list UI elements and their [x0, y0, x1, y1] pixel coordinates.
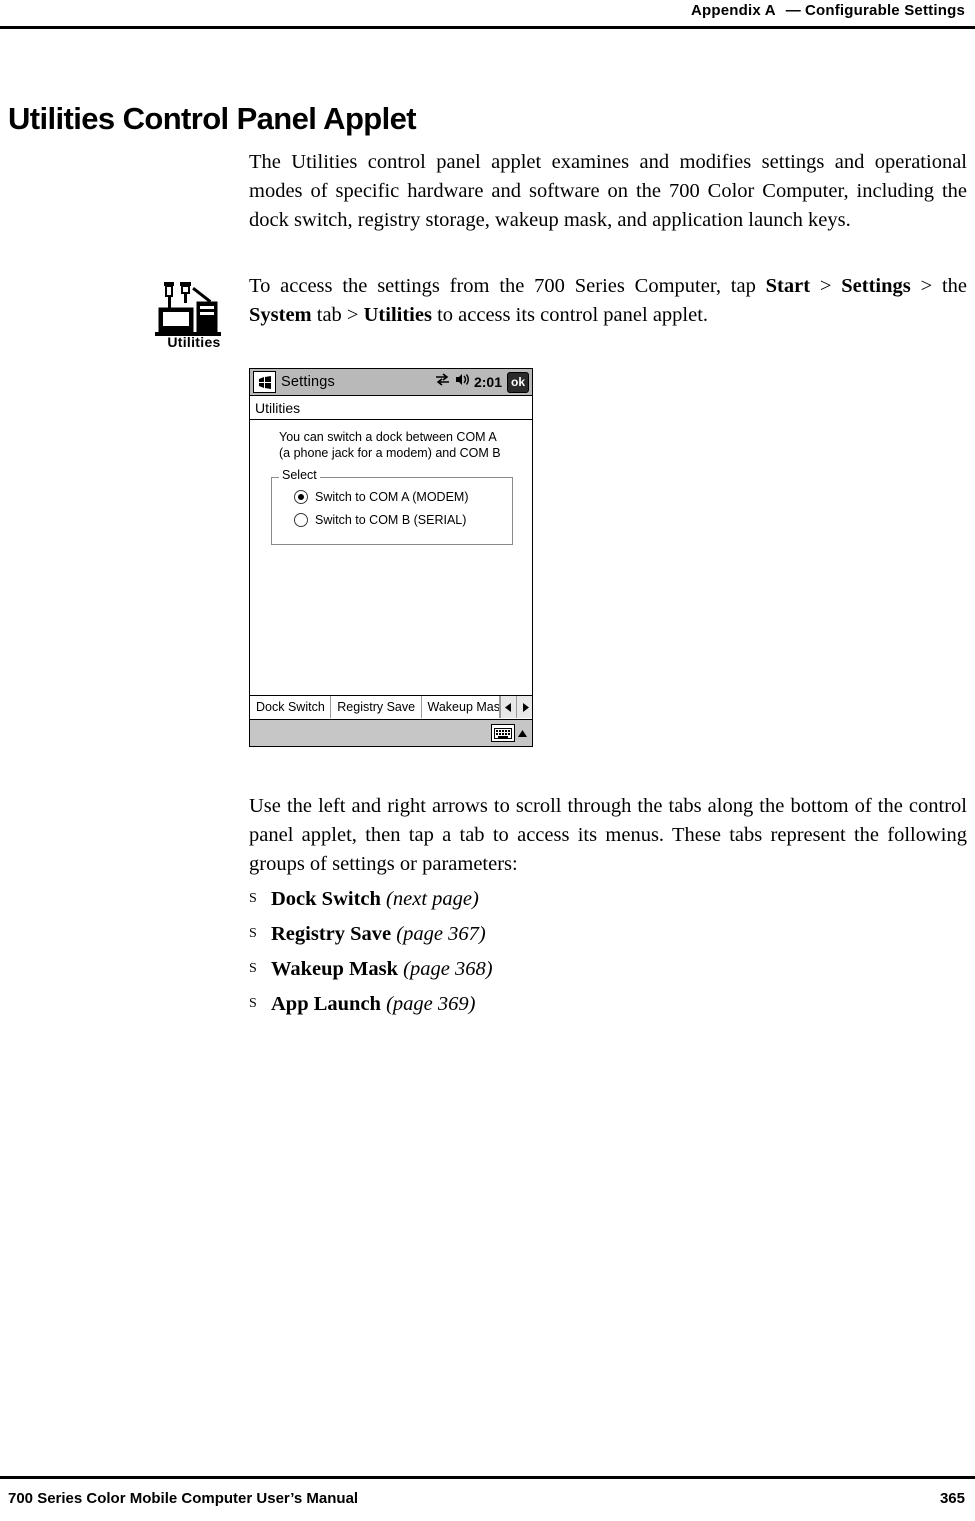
list-item-ref: (page 369) [386, 993, 476, 1015]
list-item-text: Dock Switch (next page) [271, 888, 479, 911]
tab-registry-save[interactable]: Registry Save [331, 696, 422, 718]
running-head: Appendix A — Configurable Settings [691, 2, 965, 19]
list-item: S Wakeup Mask (page 368) [249, 958, 949, 981]
device-screenshot: Settings 2:01 ok Utilities You can switc… [249, 368, 533, 747]
list-item-text: Wakeup Mask (page 368) [271, 958, 493, 981]
radio-option-com-b-label: Switch to COM B (SERIAL) [315, 513, 467, 527]
list-item: S Dock Switch (next page) [249, 888, 949, 911]
utilities-icon-label: Utilities [167, 334, 221, 350]
triangle-right-icon[interactable] [516, 696, 532, 718]
device-description-line1: You can switch a dock between COM A [279, 430, 497, 444]
device-system-tray: 2:01 ok [435, 371, 529, 393]
chevron-up-icon[interactable] [517, 725, 528, 741]
ok-button[interactable]: ok [507, 371, 529, 393]
page-header: Appendix A — Configurable Settings [0, 0, 975, 29]
footer-manual-title: 700 Series Color Mobile Computer User’s … [8, 1490, 359, 1507]
access-utilities: Utilities [363, 304, 432, 326]
list-item-text: App Launch (page 369) [271, 993, 475, 1016]
usage-paragraph: Use the left and right arrows to scroll … [249, 795, 967, 875]
device-clock: 2:01 [473, 374, 502, 390]
radio-icon-selected[interactable] [294, 490, 308, 504]
settings-group-list: S Dock Switch (next page) S Registry Sav… [249, 888, 949, 1028]
triangle-left-icon[interactable] [500, 696, 516, 718]
radio-option-com-b[interactable]: Switch to COM B (SERIAL) [294, 513, 466, 527]
list-item-ref: (next page) [386, 888, 479, 910]
list-item: S App Launch (page 369) [249, 993, 949, 1016]
access-system: System [249, 304, 312, 326]
device-titlebar: Settings 2:01 ok [250, 369, 532, 396]
access-mid: > the [910, 275, 967, 297]
access-prefix: To access the settings from the 700 Seri… [249, 275, 766, 297]
header-rule [0, 26, 975, 29]
bullet-marker: S [249, 926, 257, 941]
access-paragraph: To access the settings from the 700 Seri… [249, 272, 967, 330]
device-body: You can switch a dock between COM A (a p… [250, 420, 532, 716]
windows-start-icon[interactable] [253, 371, 276, 393]
device-input-panel-bar [250, 719, 532, 746]
access-start: Start [765, 275, 811, 297]
page-title: Utilities Control Panel Applet [8, 100, 417, 136]
access-suffix: to access its control panel applet. [431, 304, 709, 326]
access-tab: tab > [311, 304, 364, 326]
header-dash: — [785, 2, 801, 19]
header-appendix: Appendix A [690, 2, 776, 19]
footer-rule [0, 1476, 975, 1479]
list-item-name: Registry Save [271, 923, 392, 945]
radio-icon-unselected[interactable] [294, 513, 308, 527]
page-number: 365 [939, 1490, 965, 1507]
list-item-name: App Launch [271, 993, 381, 1015]
speaker-icon[interactable] [455, 373, 469, 391]
tab-scroll-arrows [500, 696, 532, 718]
select-groupbox-label: Select [279, 468, 320, 482]
access-settings: Settings [841, 275, 911, 297]
device-title: Settings [281, 374, 335, 390]
keyboard-icon[interactable] [491, 724, 515, 742]
list-item-text: Registry Save (page 367) [271, 923, 486, 946]
select-groupbox [271, 477, 513, 545]
radio-option-com-a-label: Switch to COM A (MODEM) [315, 490, 469, 504]
header-section: Configurable Settings [804, 2, 965, 19]
intro-paragraph: The Utilities control panel applet exami… [249, 151, 967, 231]
tab-dock-switch[interactable]: Dock Switch [250, 696, 332, 718]
bullet-marker: S [249, 891, 257, 906]
device-subtitle: Utilities [250, 396, 532, 420]
bullet-marker: S [249, 996, 257, 1011]
list-item-name: Wakeup Mask [271, 958, 399, 980]
list-item-ref: (page 368) [403, 958, 493, 980]
radio-option-com-a[interactable]: Switch to COM A (MODEM) [294, 490, 469, 504]
list-item-name: Dock Switch [271, 888, 381, 910]
connectivity-icon[interactable] [435, 373, 450, 391]
list-item-ref: (page 367) [396, 923, 486, 945]
device-tab-bar: Dock Switch Registry Save Wakeup Mas [250, 695, 532, 718]
device-description-line2: (a phone jack for a modem) and COM B [279, 446, 501, 460]
bullet-marker: S [249, 961, 257, 976]
device-description: You can switch a dock between COM A (a p… [257, 429, 525, 461]
access-gt-1: > [810, 275, 842, 297]
list-item: S Registry Save (page 367) [249, 923, 949, 946]
tab-wakeup-mask[interactable]: Wakeup Mas [421, 696, 500, 718]
